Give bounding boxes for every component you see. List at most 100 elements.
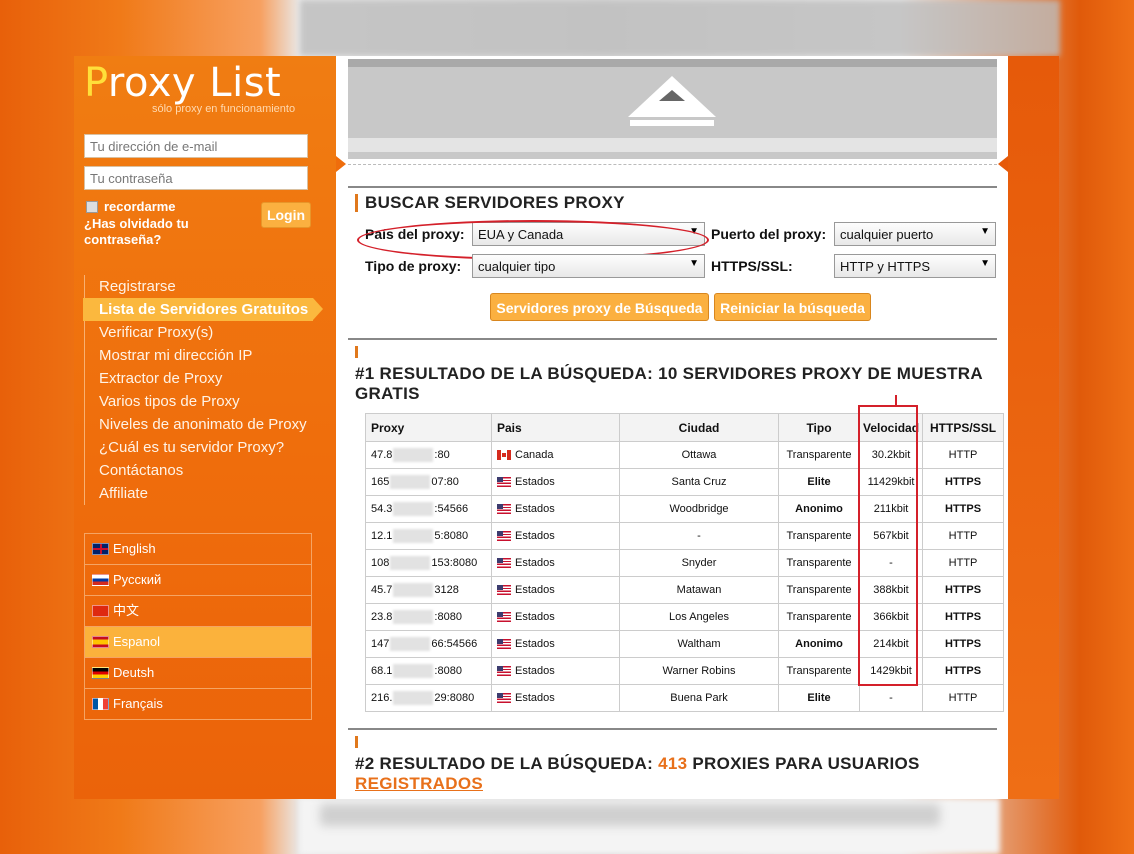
type-cell: Transparente [778, 441, 860, 469]
country-cell: Estados [491, 576, 620, 604]
language-chinese[interactable]: 中文 [85, 596, 311, 627]
ssl-cell: HTTP [922, 522, 1005, 550]
section-divider [348, 728, 997, 730]
column-header[interactable]: Proxy [365, 413, 492, 442]
ssl-cell: HTTPS [922, 468, 1005, 496]
proxy-cell[interactable]: 23.8:8080 [365, 603, 492, 631]
port-select[interactable]: cualquier puerto ▼ [834, 222, 996, 246]
nav-item-contactanos[interactable]: Contáctanos [85, 459, 313, 482]
language-french[interactable]: Français [85, 689, 311, 719]
proxy-cell[interactable]: 165 07:80 [365, 468, 492, 496]
nav-item-registrarse[interactable]: Registrarse [85, 275, 313, 298]
email-field[interactable]: Tu dirección de e-mail [84, 134, 308, 158]
ip-start: 12.1 [371, 529, 393, 542]
language-spanish[interactable]: Espanol [85, 627, 311, 658]
reset-button[interactable]: Reiniciar la búsqueda [714, 293, 871, 321]
results2-title-suffix: PROXIES PARA USUARIOS [687, 754, 920, 773]
proxy-cell[interactable]: 12.1 5:8080 [365, 522, 492, 550]
ip-end: :8080 [434, 664, 462, 677]
language-label: Deutsh [113, 665, 155, 680]
column-header[interactable]: HTTPS/SSL [922, 413, 1005, 442]
type-cell: Transparente [778, 549, 860, 577]
usa-flag-icon [497, 585, 511, 596]
china-flag-icon [92, 605, 109, 617]
type-cell: Transparente [778, 657, 860, 685]
ssl-cell: HTTPS [922, 630, 1005, 658]
spain-flag-icon [92, 636, 109, 648]
site-logo[interactable]: Proxy List [84, 60, 281, 106]
password-field[interactable]: Tu contraseña [84, 166, 308, 190]
proxy-cell[interactable]: 47.8 :80 [365, 441, 492, 469]
proxy-cell[interactable]: 147 66:54566 [365, 630, 492, 658]
login-button[interactable]: Login [261, 202, 311, 228]
nav-item-lista-servidores[interactable]: Lista de Servidores Gratuitos [83, 298, 323, 321]
city-cell: Buena Park [619, 684, 779, 712]
country-cell: Estados [491, 468, 620, 496]
proxy-cell[interactable]: 108 153:8080 [365, 549, 492, 577]
ssl-select[interactable]: HTTP y HTTPS ▼ [834, 254, 996, 278]
country-cell: Estados [491, 684, 620, 712]
page: Proxy List sólo proxy en funcionamiento … [74, 56, 1059, 799]
ssl-cell: HTTP [922, 549, 1005, 577]
nav-item-varios-tipos[interactable]: Varios tipos de Proxy [85, 390, 313, 413]
proxy-cell[interactable]: 45.7 3128 [365, 576, 492, 604]
masked-ip [390, 637, 431, 651]
divider [348, 164, 997, 165]
right-notch [998, 156, 1008, 172]
masked-ip [390, 556, 431, 570]
speed-cell: - [858, 684, 924, 712]
nav-item-verificar-proxy[interactable]: Verificar Proxy(s) [85, 321, 313, 344]
nav-item-affiliate[interactable]: Affiliate [85, 482, 313, 505]
registered-link[interactable]: REGISTRADOS [355, 774, 483, 793]
nav-item-extractor[interactable]: Extractor de Proxy [85, 367, 313, 390]
ip-end: 153:8080 [431, 556, 478, 569]
nav-item-cual-servidor[interactable]: ¿Cuál es tu servidor Proxy? [85, 436, 313, 459]
masked-ip [393, 664, 434, 678]
usa-flag-icon [497, 666, 511, 677]
country-name: Estados [515, 665, 555, 677]
ip-end: :8080 [434, 610, 462, 623]
results1-title: #1 RESULTADO DE LA BÚSQUEDA: 10 SERVIDOR… [355, 364, 983, 404]
language-label: 中文 [113, 603, 140, 618]
ip-start: 47.8 [371, 448, 393, 461]
ip-start: 54.3 [371, 502, 393, 515]
proxy-cell[interactable]: 216. 29:8080 [365, 684, 492, 712]
country-name: Estados [515, 584, 555, 596]
type-cell: Anonimo [778, 495, 860, 523]
language-russian[interactable]: Русский [85, 565, 311, 596]
search-button[interactable]: Servidores proxy de Búsqueda [490, 293, 709, 321]
ip-end: 5:8080 [434, 529, 469, 542]
ssl-label: HTTPS/SSL: [711, 258, 793, 274]
column-header[interactable]: Pais [491, 413, 620, 442]
country-name: Estados [515, 476, 555, 488]
ip-start: 45.7 [371, 583, 393, 596]
column-header[interactable]: Ciudad [619, 413, 779, 442]
results1-title-line1: #1 RESULTADO DE LA BÚSQUEDA: 10 SERVIDOR… [355, 364, 983, 383]
remember-me[interactable]: recordarme [86, 199, 176, 214]
country-name: Estados [515, 638, 555, 650]
language-german[interactable]: Deutsh [85, 658, 311, 689]
language-english[interactable]: English [85, 534, 311, 565]
background-blur-top [300, 0, 1060, 56]
country-name: Canada [515, 449, 554, 461]
masked-ip [393, 583, 434, 597]
port-label: Puerto del proxy: [711, 226, 827, 242]
language-label: English [113, 541, 156, 556]
forgot-password-link[interactable]: ¿Has olvidado tu contraseña? [84, 216, 234, 248]
results2-title-prefix: #2 RESULTADO DE LA BÚSQUEDA: [355, 754, 659, 773]
ip-end: :80 [434, 448, 450, 461]
type-cell: Transparente [778, 522, 860, 550]
nav-item-niveles-anonimato[interactable]: Niveles de anonimato de Proxy [85, 413, 313, 436]
type-cell: Elite [778, 468, 860, 496]
uk-flag-icon [92, 543, 109, 555]
type-select[interactable]: cualquier tipo ▼ [472, 254, 705, 278]
remember-checkbox[interactable] [86, 200, 98, 213]
masked-ip [393, 691, 434, 705]
section-marker [355, 346, 358, 358]
masked-ip [390, 475, 431, 489]
nav-item-mostrar-ip[interactable]: Mostrar mi dirección IP [85, 344, 313, 367]
proxy-cell[interactable]: 68.1:8080 [365, 657, 492, 685]
proxy-cell[interactable]: 54.3:54566 [365, 495, 492, 523]
dropdown-arrow-icon: ▼ [689, 258, 699, 269]
column-header[interactable]: Tipo [778, 413, 860, 442]
